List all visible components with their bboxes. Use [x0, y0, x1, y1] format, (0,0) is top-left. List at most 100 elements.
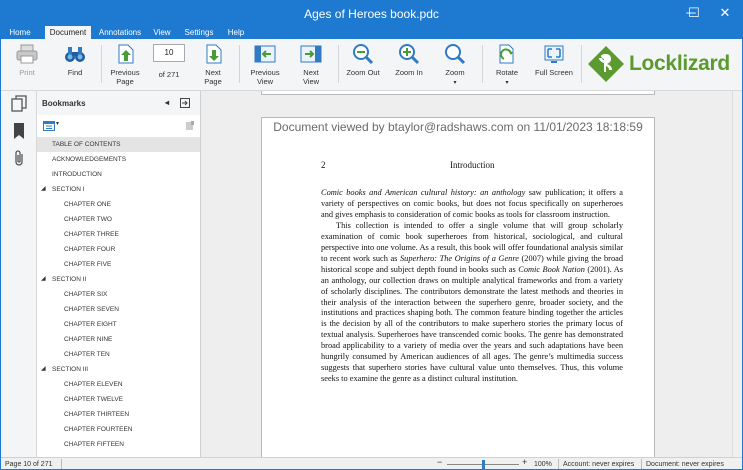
- zoom-increase-icon[interactable]: +: [522, 458, 527, 467]
- previous-page-edge: [261, 91, 655, 95]
- page-body-text: Comic books and American cultural histor…: [321, 188, 623, 385]
- bookmark-item[interactable]: ◢ SECTION I: [37, 182, 200, 197]
- italic-text: Comic Book Nation: [518, 264, 585, 274]
- bookmark-label: INTRODUCTION: [52, 171, 102, 178]
- full-screen-icon: [544, 45, 564, 63]
- bookmark-child-item[interactable]: CHAPTER TWELVE: [37, 392, 200, 407]
- zoom-out-button[interactable]: Zoom Out: [343, 39, 383, 91]
- bookmark-child-item[interactable]: CHAPTER FOUR: [37, 242, 200, 257]
- bookmark-item[interactable]: INTRODUCTION: [37, 167, 200, 182]
- bookmark-child-item[interactable]: CHAPTER FOURTEEN: [37, 422, 200, 437]
- bookmark-item[interactable]: ◢ SECTION II: [37, 272, 200, 287]
- pages-icon[interactable]: [10, 95, 28, 113]
- rotate-dropdown[interactable]: Rotate ▾: [487, 39, 527, 91]
- logo-text: Locklizard: [629, 52, 730, 75]
- ribbon-divider: [338, 45, 339, 83]
- bookmark-item[interactable]: TABLE OF CONTENTS: [37, 137, 200, 152]
- page-total: of 271: [158, 70, 180, 79]
- tab-document[interactable]: Document: [45, 26, 91, 39]
- next-page-button[interactable]: Next Page: [195, 39, 231, 91]
- viewer-watermark: Document viewed by btaylor@radshaws.com …: [273, 120, 643, 134]
- find-button[interactable]: Find: [57, 39, 93, 91]
- previous-view-icon: [254, 45, 276, 63]
- bookmark-tree: TABLE OF CONTENTS ACKNOWLEDGEMENTS INTRODU…: [37, 137, 200, 457]
- bookmark-child-item[interactable]: CHAPTER NINE: [37, 332, 200, 347]
- bookmark-label: CHAPTER SIX: [64, 291, 108, 298]
- bookmark-label: CHAPTER ELEVEN: [64, 381, 123, 388]
- bookmark-item[interactable]: ◢ SECTION III: [37, 362, 200, 377]
- bookmarks-header: Bookmarks ◂: [37, 91, 200, 115]
- bookmark-label: CHAPTER FOUR: [64, 246, 116, 253]
- italic-text: Superhero: The Origins of a Genre: [399, 253, 519, 263]
- chevron-down-icon: ▾: [453, 80, 457, 86]
- zoom-slider-thumb[interactable]: [482, 460, 485, 469]
- bookmark-child-item[interactable]: CHAPTER SIX: [37, 287, 200, 302]
- collapse-panel-icon[interactable]: ◂: [165, 98, 169, 107]
- zoom-percent: 100%: [534, 461, 552, 468]
- bookmark-child-item[interactable]: CHAPTER ONE: [37, 197, 200, 212]
- bookmark-label: CHAPTER NINE: [64, 336, 113, 343]
- bookmark-child-item[interactable]: CHAPTER ELEVEN: [37, 377, 200, 392]
- bookmark-label: CHAPTER FIFTEEN: [64, 441, 124, 448]
- status-bar: Page 10 of 271 − + 100% Account: never e…: [1, 457, 742, 469]
- text-run: (2001). As an anthology, our collection …: [321, 264, 623, 384]
- bookmark-options-icon[interactable]: [43, 121, 55, 131]
- bookmarks-title: Bookmarks: [42, 99, 86, 108]
- zoom-dropdown[interactable]: Zoom ▾: [435, 39, 475, 91]
- bookmarks-panel: Bookmarks ◂ ▾ TABLE OF CONTENTS ACKNOWLED…: [37, 91, 201, 457]
- document-page: Document viewed by btaylor@radshaws.com …: [261, 117, 655, 457]
- full-screen-button[interactable]: Full Screen: [533, 39, 575, 91]
- bookmark-child-item[interactable]: CHAPTER FIFTEEN: [37, 437, 200, 452]
- chevron-down-icon: ▾: [505, 80, 509, 86]
- bookmark-child-item[interactable]: CHAPTER TWO: [37, 212, 200, 227]
- expand-arrow-icon[interactable]: ◢: [41, 362, 46, 377]
- page-status: Page 10 of 271: [5, 461, 53, 468]
- vertical-scrollbar[interactable]: [732, 91, 742, 457]
- bookmark-child-item[interactable]: CHAPTER THREE: [37, 227, 200, 242]
- print-button[interactable]: Print: [9, 39, 45, 91]
- ribbon-divider: [581, 45, 582, 83]
- bookmark-child-item[interactable]: CHAPTER EIGHT: [37, 317, 200, 332]
- bookmark-child-item[interactable]: CHAPTER TEN: [37, 347, 200, 362]
- bookmark-child-item[interactable]: CHAPTER FIVE: [37, 257, 200, 272]
- running-head: Introduction: [450, 160, 495, 170]
- bookmark-child-item[interactable]: CHAPTER SEVEN: [37, 302, 200, 317]
- dock-panel-icon[interactable]: [180, 98, 190, 108]
- maximize-button[interactable]: ☐: [677, 1, 711, 26]
- bookmark-item[interactable]: ACKNOWLEDGEMENTS: [37, 152, 200, 167]
- close-button[interactable]: ✕: [708, 1, 742, 26]
- next-view-button[interactable]: Next View: [291, 39, 331, 91]
- account-expiry: Account: never expires: [563, 461, 635, 468]
- expand-arrow-icon[interactable]: ◢: [41, 182, 46, 197]
- bookmark-label: CHAPTER TEN: [64, 351, 110, 358]
- bookmark-label: SECTION II: [52, 276, 87, 283]
- bookmark-settings-icon[interactable]: [185, 121, 195, 131]
- printer-icon: [16, 44, 38, 64]
- zoom-out-icon: [353, 44, 374, 65]
- attachment-icon[interactable]: [10, 149, 28, 167]
- zoom-decrease-icon[interactable]: −: [437, 458, 442, 467]
- expand-arrow-icon[interactable]: ◢: [41, 272, 46, 287]
- page-number-input[interactable]: 10: [153, 44, 185, 62]
- bookmark-label: CHAPTER ONE: [64, 201, 111, 208]
- tab-settings[interactable]: Settings: [181, 27, 217, 39]
- ribbon-divider: [101, 45, 102, 83]
- italic-text: Comic books and American cultural histor…: [321, 188, 526, 197]
- bookmark-icon[interactable]: [10, 122, 28, 140]
- window-title: Ages of Heroes book.pdc: [304, 7, 439, 21]
- next-view-icon: [300, 45, 322, 63]
- tab-home[interactable]: Home: [5, 27, 35, 39]
- zoom-slider[interactable]: [447, 460, 519, 469]
- tab-help[interactable]: Help: [223, 27, 249, 39]
- tab-view[interactable]: View: [149, 27, 175, 39]
- status-divider: [641, 459, 642, 469]
- zoom-in-button[interactable]: Zoom In: [389, 39, 429, 91]
- tab-annotations[interactable]: Annotations: [95, 27, 145, 39]
- bookmark-child-item[interactable]: CHAPTER THIRTEEN: [37, 407, 200, 422]
- previous-page-button[interactable]: Previous Page: [107, 39, 143, 91]
- chevron-down-icon[interactable]: ▾: [56, 120, 59, 127]
- bookmark-label: CHAPTER TWO: [64, 216, 112, 223]
- previous-view-button[interactable]: Previous View: [245, 39, 285, 91]
- zoom-in-icon: [399, 44, 420, 65]
- document-viewport: Document viewed by btaylor@radshaws.com …: [201, 91, 742, 457]
